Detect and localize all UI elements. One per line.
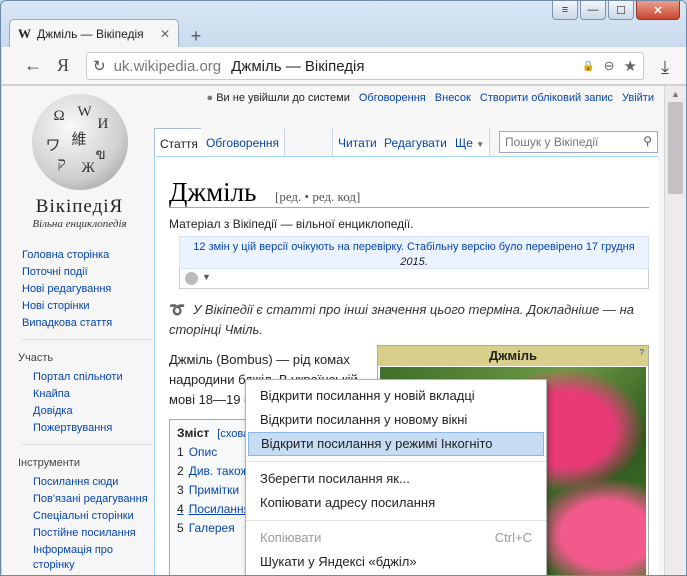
sidebar-navigation: Головна сторінка Поточні події Нові реда…: [18, 248, 152, 575]
review-text-line2: 2015.: [400, 256, 428, 268]
address-bar[interactable]: ↻ uk.wikipedia.org Джміль — Вікіпедія 🔒 …: [86, 52, 644, 80]
sidebar-item-permanent-link[interactable]: Постійне посилання: [33, 526, 152, 541]
menu-item-copy-link-address[interactable]: Копіювати адресу посилання: [246, 491, 546, 515]
scroll-up-arrow-icon[interactable]: ▲: [665, 86, 686, 102]
tab-strip: W Джміль — Вікіпедія ✕ +: [9, 19, 209, 47]
page-title: Джміль: [169, 177, 257, 207]
sidebar-divider: [22, 339, 152, 340]
menu-item-open-new-tab[interactable]: Відкрити посилання у новій вкладці: [246, 384, 546, 408]
expand-chevron-icon[interactable]: ▼: [202, 272, 211, 282]
not-logged-in-text: ● Ви не увійшли до системи: [206, 92, 350, 104]
vertical-scrollbar[interactable]: ▲: [664, 86, 686, 575]
sidebar-item-page-info[interactable]: Інформація про сторінку: [33, 543, 152, 573]
shortcut-label: Ctrl+C: [494, 530, 532, 545]
yandex-logo-icon[interactable]: Я: [48, 51, 78, 81]
sidebar-item-new-pages[interactable]: Нові сторінки: [22, 299, 152, 314]
sidebar-heading-tools: Інструменти: [18, 457, 80, 469]
sidebar-item-donate[interactable]: Пожертвування: [33, 421, 152, 436]
login-link[interactable]: Увійти: [622, 92, 654, 104]
disambiguation-hatnote: ➰ У Вікіпедії є статті про інші значення …: [169, 302, 634, 337]
contributions-link[interactable]: Внесок: [435, 92, 471, 104]
search-placeholder: Пошук у Вікіпедії: [505, 135, 599, 149]
bookmark-star-icon[interactable]: ★: [624, 57, 637, 75]
menu-item-search-yandex[interactable]: Шукати у Яндексі «бджіл»: [246, 550, 546, 574]
sidebar-heading-participation: Участь: [18, 352, 54, 364]
page-tabs: Стаття Обговорення Читати Редагувати Ще …: [154, 128, 658, 156]
sidebar-item-related-changes[interactable]: Пов'язані редагування: [33, 492, 152, 507]
sidebar-item-help[interactable]: Довідка: [33, 404, 152, 419]
download-icon[interactable]: ⤓: [650, 52, 680, 82]
disambiguation-icon: ➰: [169, 302, 186, 317]
search-input[interactable]: Пошук у Вікіпедії ⚲: [499, 131, 658, 153]
sidebar-item-current-events[interactable]: Поточні події: [22, 265, 152, 280]
lock-icon[interactable]: 🔒: [582, 61, 594, 72]
menu-item-open-new-window[interactable]: Відкрити посилання у новому вікні: [246, 408, 546, 432]
review-text-line1: 12 змін у цій версії очікують на перевір…: [193, 241, 635, 253]
review-expander[interactable]: ▼: [179, 269, 649, 289]
url-page-title: Джміль — Вікіпедія: [231, 57, 365, 75]
maximize-button[interactable]: ☐: [608, 1, 634, 20]
new-tab-button[interactable]: +: [183, 25, 209, 47]
infobox-help-link[interactable]: ?: [640, 348, 644, 357]
sidebar-item-main-page[interactable]: Головна сторінка: [22, 248, 152, 263]
wikipedia-globe-icon: ΩWИ ワ維ข קЖ: [31, 94, 128, 190]
tab-title: Джміль — Вікіпедія: [37, 26, 144, 41]
tab-more[interactable]: Ще ▼: [450, 128, 491, 156]
logo-wordmark: ВікіпедіЯ: [35, 196, 124, 217]
sidebar-item-recent-changes[interactable]: Нові редагування: [22, 282, 152, 297]
browser-tab[interactable]: W Джміль — Вікіпедія ✕: [9, 19, 179, 47]
minimize-button[interactable]: —: [580, 1, 606, 20]
sidebar-item-random-article[interactable]: Випадкова стаття: [22, 316, 152, 331]
tab-read[interactable]: Читати: [332, 128, 383, 156]
scrollbar-thumb[interactable]: [668, 102, 683, 194]
menu-item-copy[interactable]: Копіювати Ctrl+C: [246, 526, 546, 550]
sidebar-item-village-pump[interactable]: Кнайпа: [33, 387, 152, 402]
title-divider: [169, 207, 649, 208]
menu-separator: [246, 461, 546, 462]
site-subtitle: Матеріал з Вікіпедії — вільної енциклопе…: [169, 217, 414, 231]
reload-icon[interactable]: ↻: [93, 57, 106, 75]
user-icon: ●: [206, 92, 214, 104]
wikipedia-logo[interactable]: ΩWИ ワ維ข קЖ ВікіпедіЯ Вільна енциклопедія: [22, 94, 137, 230]
browser-window: ≡ — ☐ ✕ W Джміль — Вікіпедія ✕ + ← Я ↻ u…: [0, 0, 687, 576]
menu-button[interactable]: ≡: [552, 1, 578, 20]
sidebar-divider: [22, 444, 152, 445]
chevron-down-icon: ▼: [476, 140, 485, 149]
menu-item-open-incognito[interactable]: Відкрити посилання у режимі Інкогніто: [248, 432, 544, 456]
tab-edit[interactable]: Редагувати: [379, 128, 453, 156]
menu-item-save-link[interactable]: Зберегти посилання як...: [246, 467, 546, 491]
context-menu: Відкрити посилання у новій вкладці Відкр…: [245, 379, 547, 575]
wikipedia-favicon-icon: W: [18, 25, 31, 41]
search-icon[interactable]: ⚲: [643, 134, 652, 148]
close-tab-icon[interactable]: ✕: [160, 27, 170, 41]
window-controls: ≡ — ☐ ✕: [552, 1, 680, 20]
sidebar-item-special-pages[interactable]: Спеціальні сторінки: [33, 509, 152, 524]
url-domain: uk.wikipedia.org: [113, 57, 222, 75]
review-status-icon: [185, 272, 198, 285]
back-arrow-icon[interactable]: ←: [18, 51, 48, 81]
tab-article[interactable]: Стаття: [154, 128, 204, 156]
sidebar-item-what-links-here[interactable]: Посилання сюди: [33, 475, 152, 490]
close-window-button[interactable]: ✕: [636, 1, 680, 20]
sidebar-item-community-portal[interactable]: Портал спільноти: [33, 370, 152, 385]
browser-toolbar: ← Я ↻ uk.wikipedia.org Джміль — Вікіпеді…: [2, 47, 686, 85]
tab-talk[interactable]: Обговорення: [201, 128, 286, 156]
infobox-header: Джміль ?: [378, 346, 648, 366]
logo-tagline: Вільна енциклопедія: [32, 218, 127, 230]
personal-tools: ● Ви не увійшли до системи Обговорення В…: [206, 92, 654, 104]
edit-links[interactable]: [ред. • ред. код]: [275, 189, 360, 205]
talk-link[interactable]: Обговорення: [359, 92, 426, 104]
menu-separator: [246, 520, 546, 521]
create-account-link[interactable]: Створити обліковий запис: [480, 92, 613, 104]
zoom-icon[interactable]: ⊖: [604, 58, 615, 74]
pending-review-notice: 12 змін у цій версії очікують на перевір…: [179, 236, 649, 269]
